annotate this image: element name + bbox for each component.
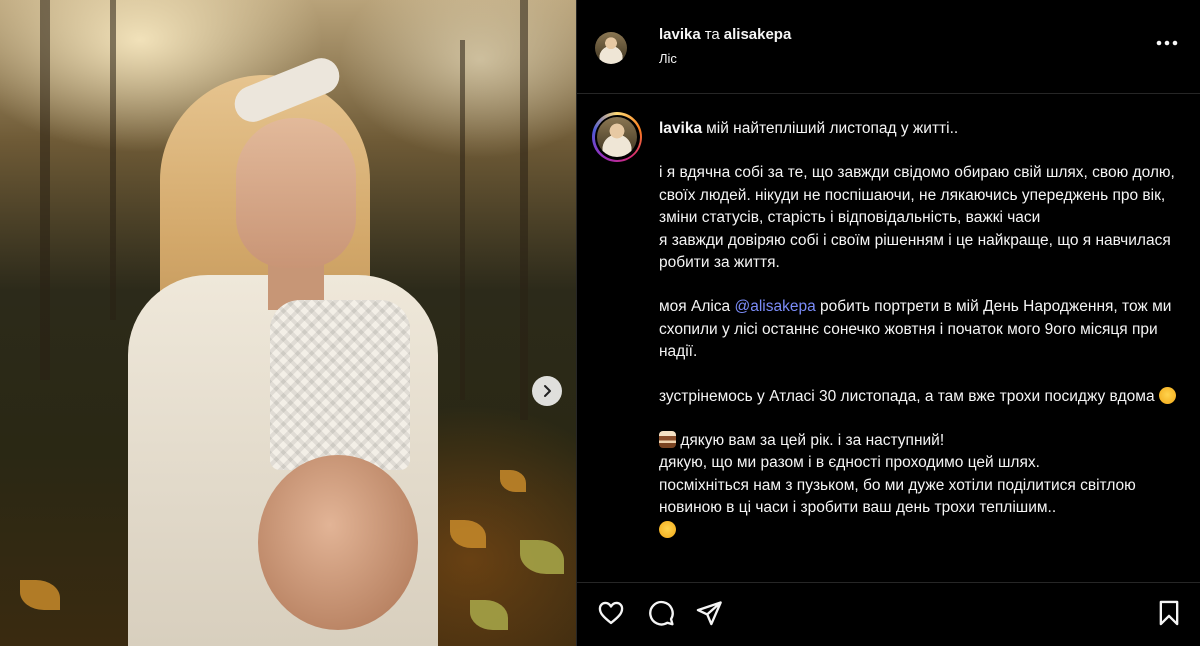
caption-username[interactable]: lavika bbox=[659, 120, 702, 137]
action-bar bbox=[577, 582, 1200, 646]
caption-paragraph: дякую вам за цей рік. і за наступний! bbox=[659, 430, 1179, 452]
post-header: lavika та alisakepa Ліс bbox=[577, 0, 1200, 94]
more-options-button[interactable] bbox=[1154, 30, 1180, 56]
caption-first-text: мій найтепліший листопад у житті.. bbox=[706, 120, 959, 137]
caption-text: дякую вам за цей рік. і за наступний! bbox=[680, 432, 945, 450]
caption-text: зустрінемось у Атласі 30 листопада, а та… bbox=[659, 387, 1155, 405]
caption-paragraph: моя Аліса @alisakepa робить портрети в м… bbox=[659, 296, 1179, 363]
like-button[interactable] bbox=[597, 599, 627, 629]
avatar[interactable] bbox=[595, 32, 627, 64]
caption-paragraph: дякую, що ми разом і в єдності проходимо… bbox=[659, 454, 1040, 472]
author-username[interactable]: lavika bbox=[659, 26, 701, 43]
comment-button[interactable] bbox=[647, 599, 677, 629]
heart-icon bbox=[598, 601, 624, 625]
story-ring-inner bbox=[594, 114, 640, 160]
mention-link[interactable]: @alisakepa bbox=[735, 298, 816, 315]
caption-paragraph: посміхніться нам з пузьком, бо ми дуже х… bbox=[659, 476, 1136, 517]
caption-paragraph bbox=[659, 520, 1179, 542]
chevron-right-icon bbox=[544, 385, 551, 397]
woman-figure bbox=[0, 0, 576, 646]
caption-paragraph: я завжди довіряю собі і своїм рішенням і… bbox=[659, 231, 1171, 272]
share-button[interactable] bbox=[695, 599, 725, 629]
post-details-panel: lavika та alisakepa Ліс lavika мій найтеплі… bbox=[576, 0, 1200, 646]
caption-first-line: lavika мій найтепліший листопад у житті.. bbox=[659, 118, 1179, 140]
carousel-next-button[interactable] bbox=[532, 376, 562, 406]
smiling-face-emoji-icon bbox=[659, 520, 676, 538]
caption-paragraph: зустрінемось у Атласі 30 листопада, а та… bbox=[659, 386, 1179, 408]
more-options-icon bbox=[1156, 40, 1178, 46]
instagram-post: lavika та alisakepa Ліс lavika мій найтеплі… bbox=[0, 0, 1200, 646]
location-link[interactable]: Ліс bbox=[659, 51, 677, 66]
cake-emoji-icon bbox=[659, 431, 676, 449]
comment-bubble-icon bbox=[649, 600, 674, 626]
caption-text: моя Аліса bbox=[659, 298, 731, 316]
paper-plane-icon bbox=[696, 601, 722, 626]
face-shape bbox=[236, 118, 356, 268]
collaborator-username[interactable]: alisakepa bbox=[724, 26, 792, 43]
knit-top-shape bbox=[270, 300, 410, 470]
author-conjunction: та bbox=[704, 26, 720, 43]
bookmark-icon bbox=[1159, 600, 1179, 626]
story-ring[interactable] bbox=[592, 112, 642, 162]
avatar bbox=[597, 117, 637, 157]
post-photo[interactable] bbox=[0, 0, 576, 646]
smiling-face-emoji-icon bbox=[1158, 386, 1176, 404]
author-line: lavika та alisakepa bbox=[659, 26, 791, 43]
belly-shape bbox=[258, 455, 418, 630]
save-button[interactable] bbox=[1155, 599, 1185, 629]
caption-paragraph: і я вдячна собі за те, що завжди свідомо… bbox=[659, 164, 1175, 227]
post-caption: lavika мій найтепліший листопад у житті..… bbox=[659, 118, 1179, 584]
